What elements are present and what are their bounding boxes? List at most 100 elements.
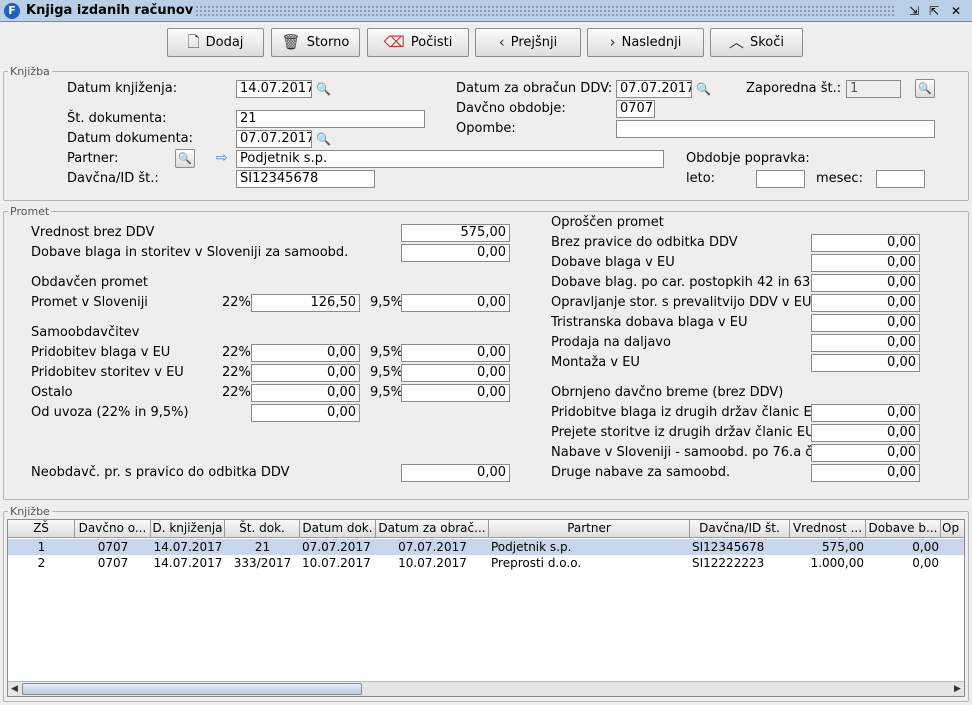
trash-icon: 🗑	[281, 33, 301, 51]
table-cell: 07.07.2017	[302, 540, 371, 554]
mesec-input[interactable]	[876, 170, 925, 188]
vrednost-label: Vrednost brez DDV	[31, 225, 155, 240]
datum-dokumenta-label: Datum dokumenta:	[67, 131, 194, 146]
column-header[interactable]: Datum za obrač...	[376, 520, 489, 538]
arrow-right-icon[interactable]: ⇨	[216, 150, 228, 166]
table-header: ZŠ Davčno o... D. knjiženja Št. dok. Dat…	[8, 520, 964, 538]
nabave-si-input[interactable]: 0,00	[811, 444, 920, 462]
table-cell: 10.07.2017	[398, 556, 467, 570]
table-cell: 21	[254, 540, 271, 554]
davcna-input[interactable]: SI12345678	[236, 170, 375, 188]
pridobitev-blaga-95-input[interactable]: 0,00	[401, 344, 510, 362]
opravljanje-input[interactable]: 0,00	[811, 294, 920, 312]
ostalo-label: Ostalo	[31, 385, 73, 400]
window-titlebar[interactable]: F Knjiga izdanih računov ⇲ ⇱ ✕	[0, 0, 972, 22]
neobdavc-input[interactable]: 0,00	[401, 464, 510, 482]
leto-label: leto:	[686, 171, 716, 186]
scroll-right-icon[interactable]: ▶	[951, 682, 964, 696]
close-icon[interactable]: ✕	[948, 3, 964, 19]
pridobitev-storitev-22-input[interactable]: 0,00	[251, 364, 360, 382]
column-header[interactable]: ZŠ	[8, 520, 75, 538]
knjizbe-legend: Knjižbe	[10, 505, 50, 518]
ostalo-22-input[interactable]: 0,00	[251, 384, 360, 402]
table-row[interactable]: 2 0707 14.07.2017 333/2017 10.07.2017 10…	[8, 555, 964, 571]
column-header[interactable]: Op	[941, 520, 964, 538]
uvoz-input[interactable]: 0,00	[251, 404, 360, 422]
ostalo-95-input[interactable]: 0,00	[401, 384, 510, 402]
table-cell: 575,00	[822, 540, 864, 554]
partner-input[interactable]: Podjetnik s.p.	[236, 150, 664, 168]
datum-dokumenta-input[interactable]: 07.07.2017	[236, 130, 312, 148]
add-button[interactable]: 🗋 Dodaj	[167, 28, 264, 57]
table-cell: 14.07.2017	[153, 556, 223, 570]
montaza-input[interactable]: 0,00	[811, 354, 920, 372]
montaza-label: Montaža v EU	[551, 355, 640, 370]
window-title: Knjiga izdanih računov	[26, 3, 194, 18]
dobave-car-input[interactable]: 0,00	[811, 274, 920, 292]
pridobitev-storitev-95-input[interactable]: 0,00	[401, 364, 510, 382]
table-cell: 1	[37, 540, 46, 554]
clear-button[interactable]: ⌫ Počisti	[367, 28, 469, 57]
chevron-up-icon: ︿	[728, 33, 744, 51]
zaporedna-search-icon[interactable]: 🔍	[915, 79, 935, 98]
pridobitve-drzav-input[interactable]: 0,00	[811, 404, 920, 422]
column-header[interactable]: Davčna/ID št.	[690, 520, 790, 538]
leto-input[interactable]	[756, 170, 805, 188]
table-cell: 0,00	[912, 556, 939, 570]
pct22-label: 22%	[222, 295, 251, 310]
davcno-obdobje-input[interactable]: 0707	[616, 100, 655, 118]
minimize-icon[interactable]: ⇲	[906, 3, 922, 19]
table-cell: 0707	[97, 540, 129, 554]
druge-input[interactable]: 0,00	[811, 464, 920, 482]
knjizbe-table[interactable]: ZŠ Davčno o... D. knjiženja Št. dok. Dat…	[7, 519, 965, 697]
storno-button[interactable]: 🗑 Storno	[271, 28, 360, 57]
samoobd-heading: Samoobdavčitev	[31, 325, 140, 340]
column-header[interactable]: Vrednost ...	[790, 520, 866, 538]
zaporedna-label: Zaporedna št.:	[746, 81, 842, 96]
prodaja-input[interactable]: 0,00	[811, 334, 920, 352]
pct22-label: 22%	[222, 385, 251, 400]
promet-legend: Promet	[10, 205, 50, 218]
nabave-si-label: Nabave v Sloveniji - samoobd. po 76.a čl…	[551, 445, 821, 460]
prejete-input[interactable]: 0,00	[811, 424, 920, 442]
column-header[interactable]: Partner	[489, 520, 690, 538]
brez-pravice-input[interactable]: 0,00	[811, 234, 920, 252]
table-cell: 333/2017	[233, 556, 292, 570]
dobave-eu-input[interactable]: 0,00	[811, 254, 920, 272]
tristranska-input[interactable]: 0,00	[811, 314, 920, 332]
scroll-left-icon[interactable]: ◀	[8, 682, 21, 696]
pridobitve-drzav-label: Pridobitve blaga iz drugih držav članic …	[551, 405, 822, 420]
horizontal-scrollbar[interactable]: ◀ ▶	[8, 681, 964, 696]
maximize-icon[interactable]: ⇱	[926, 3, 942, 19]
uvoz-label: Od uvoza (22% in 9,5%)	[31, 405, 189, 420]
dobave-samoobd-input[interactable]: 0,00	[401, 244, 510, 262]
promet-si-95-input[interactable]: 0,00	[401, 294, 510, 312]
datum-knjizenja-input[interactable]: 14.07.2017	[236, 80, 312, 98]
knjizba-legend: Knjižba	[10, 65, 50, 78]
jump-button[interactable]: ︿ Skoči	[710, 28, 803, 57]
vrednost-input[interactable]: 575,00	[401, 224, 510, 242]
column-header[interactable]: Dobave b...	[866, 520, 941, 538]
table-cell	[941, 539, 964, 555]
column-header[interactable]: Datum dok.	[300, 520, 376, 538]
column-header[interactable]: Davčno o...	[75, 520, 151, 538]
previous-button[interactable]: ‹ Prejšnji	[475, 28, 581, 57]
datum-dokumenta-search-icon[interactable]: 🔍	[316, 131, 331, 147]
scrollbar-thumb[interactable]	[22, 683, 362, 695]
datum-ddv-search-icon[interactable]: 🔍	[696, 81, 711, 97]
column-header[interactable]: D. knjiženja	[151, 520, 225, 538]
next-button[interactable]: › Naslednji	[587, 28, 704, 57]
datum-knjizenja-search-icon[interactable]: 🔍	[316, 81, 331, 97]
pct95-label: 9,5%	[370, 295, 404, 310]
pridobitev-blaga-22-input[interactable]: 0,00	[251, 344, 360, 362]
st-dokumenta-input[interactable]: 21	[236, 110, 425, 128]
table-cell: SI12222223	[692, 556, 765, 570]
table-cell: 14.07.2017	[153, 540, 223, 554]
partner-search-icon[interactable]: 🔍	[175, 149, 195, 168]
promet-si-22-input[interactable]: 126,50	[251, 294, 360, 312]
table-row[interactable]: 1 0707 14.07.2017 21 07.07.2017 07.07.20…	[8, 539, 964, 555]
datum-ddv-input[interactable]: 07.07.2017	[616, 80, 692, 98]
chevron-left-icon: ‹	[498, 33, 505, 51]
opombe-input[interactable]	[616, 120, 935, 138]
column-header[interactable]: Št. dok.	[225, 520, 300, 538]
